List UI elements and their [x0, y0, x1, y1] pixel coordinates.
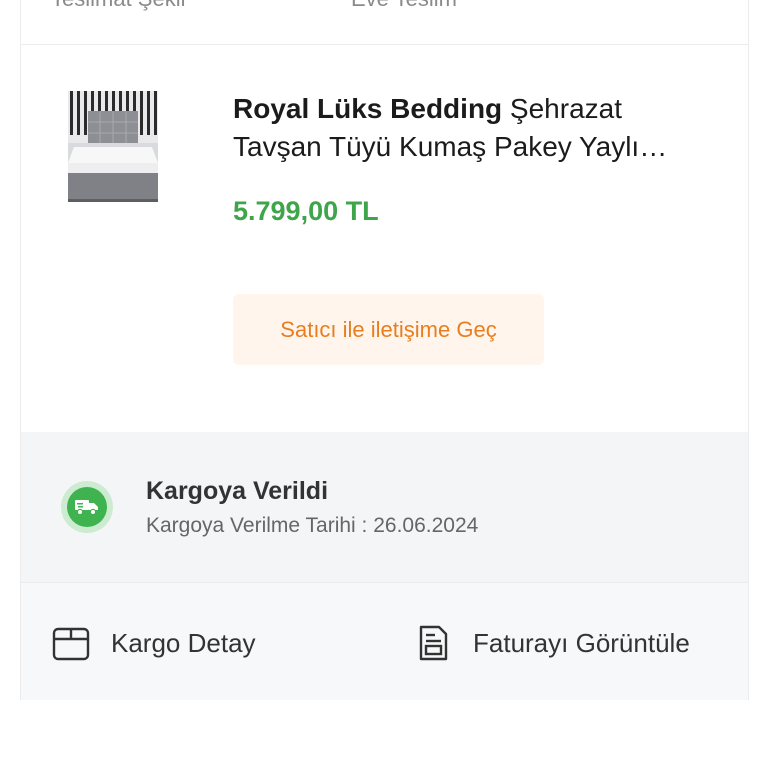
delivery-method-label: Teslimat Şekli: [51, 0, 185, 12]
product-image[interactable]: [68, 91, 158, 202]
mattress-product-image: [68, 91, 158, 202]
product-brand: Royal Lüks Bedding: [233, 93, 503, 124]
delivery-method-row: Teslimat Şekli Eve Teslim: [21, 0, 748, 45]
cargo-detail-button[interactable]: Kargo Detay: [51, 623, 256, 663]
delivery-method-value: Eve Teslim: [351, 0, 457, 12]
order-card: Teslimat Şekli Eve Teslim: [20, 0, 749, 700]
order-actions: Kargo Detay Faturayı Görüntüle: [21, 583, 748, 700]
shipment-status-title: Kargoya Verildi: [146, 477, 329, 505]
delivery-truck-icon: [75, 500, 98, 516]
shipment-status-badge: [61, 481, 113, 533]
view-invoice-label: Faturayı Görüntüle: [473, 627, 690, 658]
shipment-status-section: Kargoya Verildi Kargoya Verilme Tarihi :…: [21, 432, 748, 583]
product-title[interactable]: Royal Lüks Bedding Şehrazat Tavşan Tüyü …: [233, 90, 713, 166]
product-price: 5.799,00 TL: [233, 196, 379, 226]
product-name-line1: Şehrazat: [502, 93, 623, 124]
product-name-line2: Tavşan Tüyü Kumaş Pakey Yaylı…: [233, 131, 668, 162]
cargo-detail-label: Kargo Detay: [111, 627, 256, 658]
shipment-status-date: Kargoya Verilme Tarihi : 26.06.2024: [146, 514, 479, 537]
box-icon: [52, 627, 90, 661]
contact-seller-button[interactable]: Satıcı ile iletişime Geç: [233, 294, 544, 365]
order-detail-page: Teslimat Şekli Eve Teslim: [0, 0, 768, 768]
view-invoice-button[interactable]: Faturayı Görüntüle: [413, 623, 690, 663]
invoice-icon: [419, 625, 448, 661]
